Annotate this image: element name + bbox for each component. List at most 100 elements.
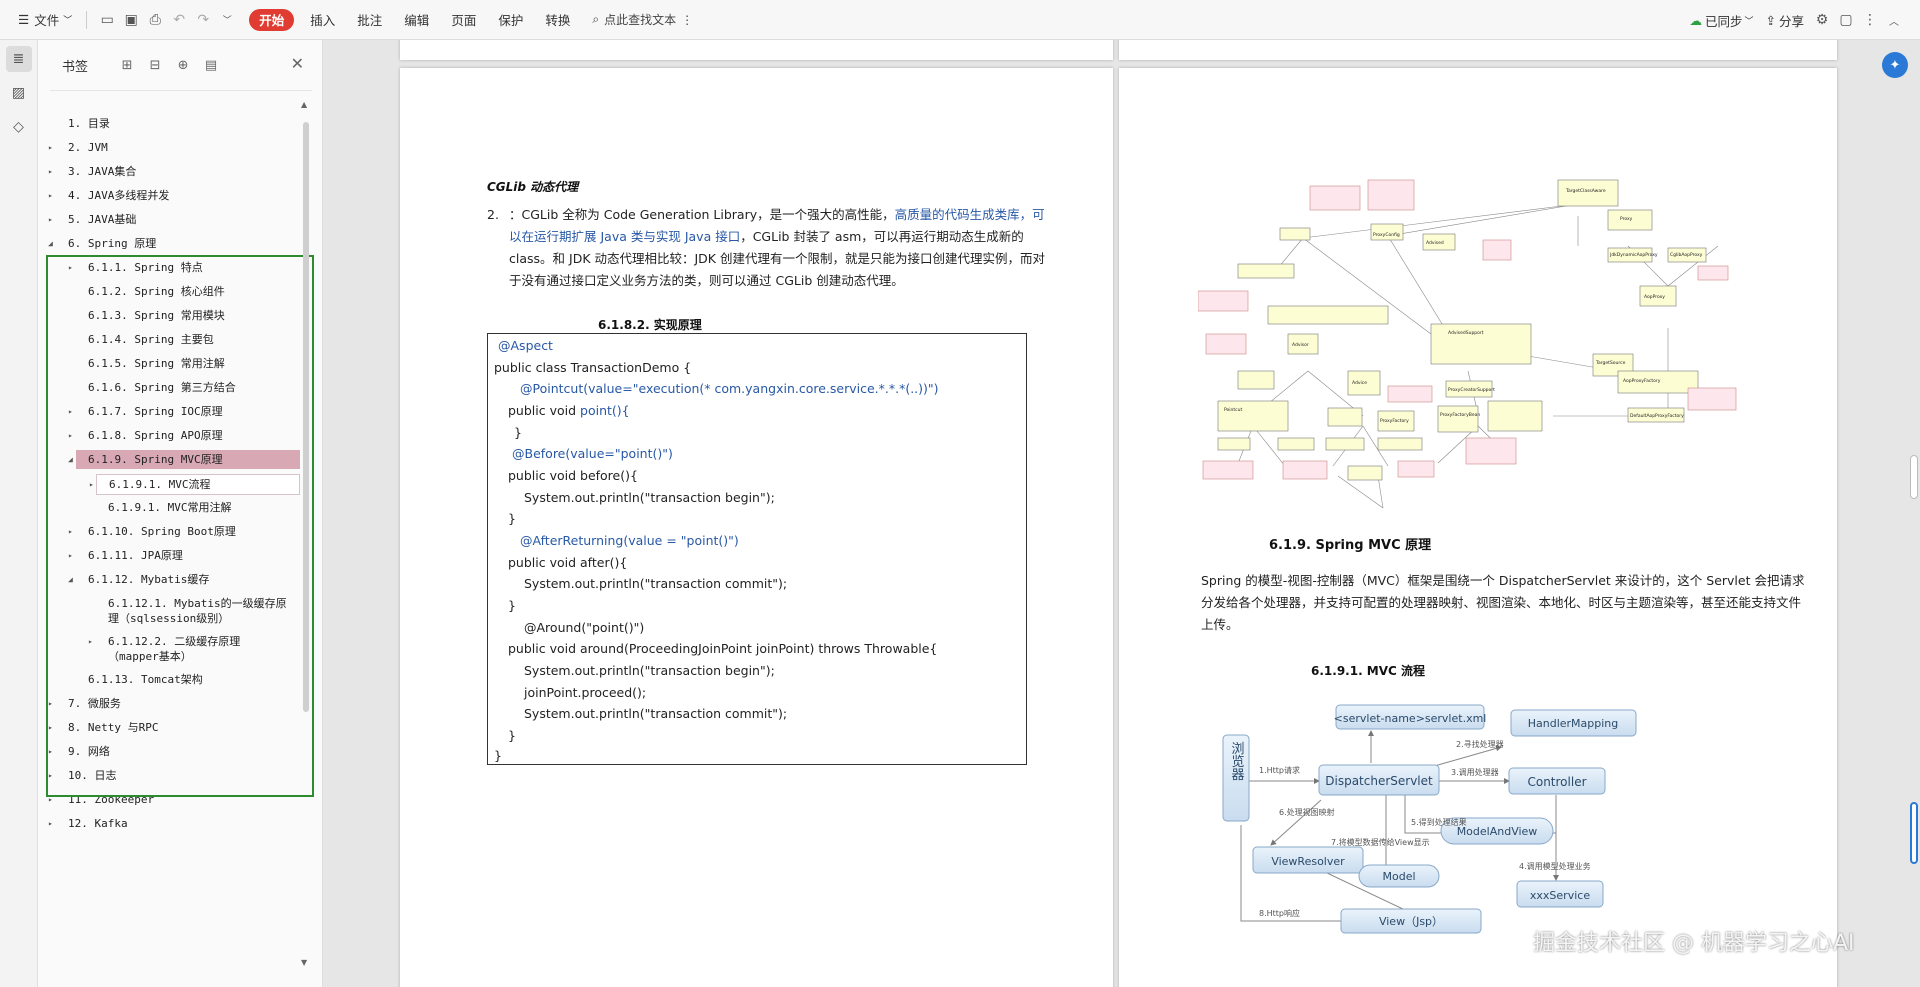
document-scrollbar-thumb[interactable]: [1910, 455, 1918, 499]
bookmark-item[interactable]: ◢ 6.1.12. Mybatis缓存: [46, 570, 300, 589]
bookmark-item[interactable]: ▸ 6.1.10. Spring Boot原理: [46, 522, 300, 541]
redo-icon[interactable]: ↷: [191, 8, 215, 32]
bookmark-item-label: 6.1.6. Spring 第三方结合: [88, 381, 236, 394]
bookmark-item[interactable]: ▸ 7. 微服务: [46, 694, 300, 713]
expanded-arrow-icon[interactable]: ◢: [68, 455, 73, 464]
tab-annotate[interactable]: 批注: [351, 6, 388, 34]
expanded-arrow-icon[interactable]: ◢: [48, 239, 53, 248]
thumbnail-icon[interactable]: ▨: [6, 80, 32, 106]
bookmark-item[interactable]: ▸ 9. 网络: [46, 742, 300, 761]
bookmark-item-label: 6.1.10. Spring Boot原理: [88, 525, 236, 538]
bookmark-item[interactable]: ▸ 6.1.1. Spring 特点: [46, 258, 300, 277]
collapsed-arrow-icon[interactable]: ▸: [48, 747, 53, 756]
collapsed-arrow-icon[interactable]: ▸: [48, 819, 53, 828]
bookmark-options-icon[interactable]: ▤: [200, 54, 222, 76]
collapse-icon[interactable]: ︿: [1882, 8, 1906, 32]
collapsed-arrow-icon[interactable]: ▸: [89, 480, 94, 489]
bookmark-item[interactable]: ▸ 12. Kafka: [46, 814, 300, 833]
bookmark-item-label: 9. 网络: [68, 745, 110, 758]
bookmark-item[interactable]: ▸ 6.1.12.2. 二级缓存原理（mapper基本）: [46, 632, 300, 666]
bookmark-item[interactable]: ▸ 6.1.8. Spring APO原理: [46, 426, 300, 445]
bookmark-item[interactable]: ▸ 4. JAVA多线程并发: [46, 186, 300, 205]
file-menu[interactable]: ☰ 文件 ﹀: [12, 6, 78, 34]
tab-insert[interactable]: 插入: [304, 6, 341, 34]
bookmark-item[interactable]: ◢ 6.1.9. Spring MVC原理: [68, 450, 300, 469]
scroll-up-icon[interactable]: ▲: [301, 100, 307, 109]
panel-scrollbar[interactable]: ▲ ▼: [300, 100, 312, 970]
bookmark-item-label: 6.1.8. Spring APO原理: [88, 429, 223, 442]
assistant-icon[interactable]: ✦: [1882, 52, 1908, 78]
flow-edge-label: 4.调用模型处理业务: [1519, 861, 1591, 871]
insert-bookmark-icon[interactable]: ⊕: [172, 54, 194, 76]
collapsed-arrow-icon[interactable]: ▸: [48, 191, 53, 200]
more-icon[interactable]: ⋮: [1858, 8, 1882, 32]
code-line: public void before(){: [508, 468, 638, 483]
bookmark-panel-icon[interactable]: ≣: [5, 46, 32, 72]
open-folder-icon[interactable]: ▭: [95, 8, 119, 32]
collapsed-arrow-icon[interactable]: ▸: [68, 263, 73, 272]
bookmark-item-label: 1. 目录: [68, 117, 110, 130]
expand-all-icon[interactable]: ⊟: [144, 54, 166, 76]
collapsed-arrow-icon[interactable]: ▸: [48, 215, 53, 224]
bookmark-item[interactable]: 6.1.12.1. Mybatis的一级缓存原理（sqlsession级别）: [46, 594, 300, 628]
bookmark-item[interactable]: ▸ 6.1.9.1. MVC流程: [89, 474, 300, 495]
save-icon[interactable]: ▣: [119, 8, 143, 32]
bookmark-item-label: 6.1.3. Spring 常用模块: [88, 309, 225, 322]
bookmark-item[interactable]: ◢ 6. Spring 原理: [46, 234, 300, 253]
settings-icon[interactable]: ⚙: [1810, 8, 1834, 32]
bookmark-item[interactable]: 6.1.3. Spring 常用模块: [46, 306, 300, 325]
share-icon: ⇪: [1765, 12, 1776, 28]
collapsed-arrow-icon[interactable]: ▸: [88, 637, 93, 646]
bookmark-item[interactable]: ▸ 8. Netty 与RPC: [46, 718, 300, 737]
flow-view-resolver-label: ViewResolver: [1271, 855, 1345, 868]
scroll-down-icon[interactable]: ▼: [301, 958, 307, 967]
collapsed-arrow-icon[interactable]: ▸: [48, 699, 53, 708]
tab-page[interactable]: 页面: [445, 6, 482, 34]
bookmark-item[interactable]: ▸ 6.1.7. Spring IOC原理: [46, 402, 300, 421]
uml-label: Advice: [1352, 380, 1367, 386]
collapsed-arrow-icon[interactable]: ▸: [48, 143, 53, 152]
collapsed-arrow-icon[interactable]: ▸: [68, 551, 73, 560]
collapsed-arrow-icon[interactable]: ▸: [68, 527, 73, 536]
bookmark-item[interactable]: 6.1.6. Spring 第三方结合: [46, 378, 300, 397]
tab-start[interactable]: 开始: [249, 8, 295, 31]
bookmark-item[interactable]: ▸ 6.1.11. JPA原理: [46, 546, 300, 565]
print-icon[interactable]: ⎙: [143, 8, 167, 32]
collapsed-arrow-icon[interactable]: ▸: [48, 723, 53, 732]
find-text-search[interactable]: ⌕ 点此查找文本 ⋮: [592, 11, 693, 28]
expanded-arrow-icon[interactable]: ◢: [68, 575, 73, 584]
bookmark-item[interactable]: 6.1.13. Tomcat架构: [46, 670, 300, 689]
undo-icon[interactable]: ↶: [167, 8, 191, 32]
scrollbar-thumb[interactable]: [303, 122, 309, 712]
collapsed-arrow-icon[interactable]: ▸: [48, 795, 53, 804]
tab-protect[interactable]: 保护: [492, 6, 529, 34]
bookmark-item[interactable]: ▸ 5. JAVA基础: [46, 210, 300, 229]
comment-icon[interactable]: ▢: [1834, 8, 1858, 32]
more-icon[interactable]: ⋮: [681, 13, 693, 27]
uml-label: ProxyConfig: [1373, 232, 1400, 238]
bookmark-item[interactable]: 6.1.2. Spring 核心组件: [46, 282, 300, 301]
bookmark-item[interactable]: ▸ 3. JAVA集合: [46, 162, 300, 181]
tab-convert[interactable]: 转换: [539, 6, 576, 34]
tag-icon[interactable]: ◇: [6, 114, 32, 140]
collapsed-arrow-icon[interactable]: ▸: [48, 771, 53, 780]
add-bookmark-icon[interactable]: ⊞: [116, 54, 138, 76]
bookmark-item[interactable]: 1. 目录: [46, 114, 300, 133]
bookmark-item[interactable]: ▸ 11. Zookeeper: [46, 790, 300, 809]
collapsed-arrow-icon[interactable]: ▸: [48, 167, 53, 176]
bookmark-item[interactable]: 6.1.5. Spring 常用注解: [46, 354, 300, 373]
share-button[interactable]: ⇪ 分享: [1760, 6, 1811, 34]
bookmark-item[interactable]: 6.1.4. Spring 主要包: [46, 330, 300, 349]
sync-status[interactable]: ☁ 已同步 ﹀: [1683, 6, 1759, 34]
watermark: 掘金技术社区 @ 机器学习之心AI: [1533, 931, 1855, 956]
more-chevron-icon[interactable]: ﹀: [215, 8, 239, 32]
zoom-slider[interactable]: [1910, 802, 1918, 864]
tab-edit[interactable]: 编辑: [398, 6, 435, 34]
bookmark-item[interactable]: 6.1.9.1. MVC常用注解: [46, 498, 300, 517]
bookmark-item[interactable]: ▸ 10. 日志: [46, 766, 300, 785]
bookmark-item[interactable]: ▸ 2. JVM: [46, 138, 300, 157]
collapsed-arrow-icon[interactable]: ▸: [68, 431, 73, 440]
close-icon[interactable]: ✕: [291, 54, 304, 73]
bookmark-item-label: 6.1.9. Spring MVC原理: [88, 453, 223, 466]
collapsed-arrow-icon[interactable]: ▸: [68, 407, 73, 416]
